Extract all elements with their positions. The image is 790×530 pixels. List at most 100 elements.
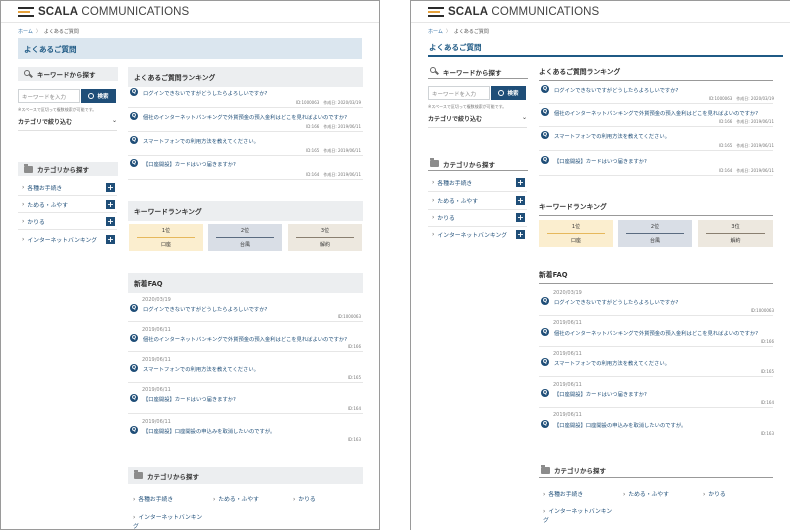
category-item-savings[interactable]: › ためる・ふやす bbox=[22, 200, 68, 209]
ranking-question-link[interactable]: ログインできないですがどうしたらよろしいですか? bbox=[554, 86, 678, 94]
keyword-rank-2[interactable]: 2位 台風 bbox=[208, 224, 282, 251]
ranking-question-link[interactable]: 【口座開設】カードはいつ届きますか? bbox=[554, 157, 647, 165]
keyword-search-input[interactable]: キーワードを入力 bbox=[428, 86, 490, 100]
keyword-rank-1[interactable]: 1位 口座 bbox=[129, 224, 203, 251]
chevron-down-icon: ⌄ bbox=[111, 117, 117, 124]
faq-id: ID:163 bbox=[760, 431, 774, 436]
ranking-question-meta: ID:165 作成日: 2019/06/11 bbox=[719, 143, 774, 148]
faq-date: 2019/06/11 bbox=[142, 387, 171, 393]
new-faq-link[interactable]: スマートフォンでの利用方法を教えてください。 bbox=[143, 365, 259, 373]
faq-date: 2019/06/11 bbox=[142, 419, 171, 425]
category-filter-dropdown[interactable]: カテゴリで絞り込む ⌄ bbox=[18, 117, 117, 131]
question-icon: Q bbox=[130, 304, 138, 312]
ranking-question-link[interactable]: スマートフォンでの利用方法を教えてください。 bbox=[143, 137, 259, 145]
category-item-procedures[interactable]: › 各種お手続き bbox=[432, 178, 472, 187]
new-faq-link[interactable]: 【口座開設】口座開設の申込みを取消したいのですが。 bbox=[554, 421, 686, 429]
breadcrumb-current: よくあるご質問 bbox=[43, 29, 79, 35]
bottom-category-savings[interactable]: › ためる・ふやす bbox=[213, 494, 259, 503]
expand-plus-icon[interactable]: + bbox=[516, 213, 525, 222]
keyword-rank-2[interactable]: 2位 台風 bbox=[618, 220, 692, 247]
new-faq-link[interactable]: 【口座開設】口座開設の申込みを取消したいのですが。 bbox=[143, 427, 275, 435]
keyword-ranking-title: キーワードランキング bbox=[539, 201, 773, 216]
arrow-icon: › bbox=[22, 184, 25, 191]
search-button[interactable]: 検索 bbox=[491, 86, 526, 100]
keyword-rank-3[interactable]: 3位 解約 bbox=[698, 220, 773, 247]
question-icon: Q bbox=[541, 420, 549, 428]
expand-plus-icon[interactable]: + bbox=[106, 200, 115, 209]
new-faq-link[interactable]: ログインできないですがどうしたらよろしいですか? bbox=[554, 298, 678, 306]
faq-date: 2019/06/11 bbox=[553, 382, 582, 388]
keyword-rank-1[interactable]: 1位 口座 bbox=[539, 220, 613, 247]
site-logo[interactable]: SCALA COMMUNICATIONS bbox=[428, 6, 599, 18]
bottom-category-loans[interactable]: › かりる bbox=[293, 494, 316, 503]
ranking-question-link[interactable]: 個社のインターネットバンキングで外貨預金の預入金利はどこを見ればよいのですか? bbox=[554, 109, 758, 117]
question-icon: Q bbox=[130, 112, 138, 120]
site-logo[interactable]: SCALA COMMUNICATIONS bbox=[18, 6, 189, 18]
search-note: ※スペースで区切って複数検索が可能です。 bbox=[428, 104, 507, 109]
category-filter-dropdown[interactable]: カテゴリで絞り込む ⌄ bbox=[428, 114, 527, 128]
arrow-icon: › bbox=[703, 492, 706, 498]
faq-id: ID:164 bbox=[347, 406, 361, 411]
ranking-question-link[interactable]: スマートフォンでの利用方法を教えてください。 bbox=[554, 132, 670, 140]
folder-icon bbox=[430, 158, 439, 167]
expand-plus-icon[interactable]: + bbox=[106, 235, 115, 244]
question-icon: Q bbox=[130, 159, 138, 167]
faq-id: ID:1000063 bbox=[750, 308, 774, 313]
question-icon: Q bbox=[130, 136, 138, 144]
category-item-savings[interactable]: › ためる・ふやす bbox=[432, 196, 478, 205]
bottom-category-procedures[interactable]: › 各種お手続き bbox=[543, 489, 583, 498]
new-faq-link[interactable]: 個社のインターネットバンキングで外貨預金の預入金利はどこを見ればよいのですか? bbox=[143, 335, 347, 343]
ranking-question-meta: ID:164 作成日: 2019/06/11 bbox=[306, 172, 361, 177]
new-faq-link[interactable]: 個社のインターネットバンキングで外貨預金の預入金利はどこを見ればよいのですか? bbox=[554, 329, 758, 337]
new-faq-link[interactable]: 【口座開設】カードはいつ届きますか? bbox=[143, 395, 236, 403]
faq-page-variant-a: SCALA COMMUNICATIONS ホーム〉よくあるご質問 よくあるご質問… bbox=[0, 0, 380, 530]
chevron-down-icon: ⌄ bbox=[521, 114, 527, 121]
breadcrumb-home-link[interactable]: ホーム bbox=[18, 29, 33, 35]
question-icon: Q bbox=[130, 394, 138, 402]
expand-plus-icon[interactable]: + bbox=[516, 196, 525, 205]
expand-plus-icon[interactable]: + bbox=[516, 178, 525, 187]
ranking-question-link[interactable]: ログインできないですがどうしたらよろしいですか? bbox=[143, 89, 267, 97]
keyword-search-input[interactable]: キーワードを入力 bbox=[18, 89, 80, 103]
arrow-icon: › bbox=[432, 231, 435, 238]
new-faq-title: 新着FAQ bbox=[128, 273, 363, 293]
faq-date: 2019/06/11 bbox=[553, 351, 582, 357]
question-icon: Q bbox=[541, 328, 549, 336]
question-icon: Q bbox=[541, 389, 549, 397]
bottom-category-procedures[interactable]: › 各種お手続き bbox=[133, 494, 173, 503]
folder-icon bbox=[134, 470, 143, 479]
category-item-loans[interactable]: › かりる bbox=[432, 213, 455, 222]
category-item-internet-banking[interactable]: › インターネットバンキング bbox=[432, 230, 507, 239]
category-item-loans[interactable]: › かりる bbox=[22, 217, 45, 226]
arrow-icon: › bbox=[213, 497, 216, 503]
breadcrumb-home-link[interactable]: ホーム bbox=[428, 29, 443, 35]
bottom-category-internet-banking[interactable]: › インターネットバンキング bbox=[543, 506, 613, 524]
expand-plus-icon[interactable]: + bbox=[106, 217, 115, 226]
question-icon: Q bbox=[541, 85, 549, 93]
ranking-question-meta: ID:166 作成日: 2019/06/11 bbox=[306, 124, 361, 129]
ranking-question-meta: ID:1000063 作成日: 2020/03/19 bbox=[708, 96, 774, 101]
new-faq-link[interactable]: スマートフォンでの利用方法を教えてください。 bbox=[554, 359, 670, 367]
bottom-category-title: カテゴリから探す bbox=[539, 463, 773, 478]
category-item-procedures[interactable]: › 各種お手続き bbox=[22, 183, 62, 192]
new-faq-link[interactable]: 【口座開設】カードはいつ届きますか? bbox=[554, 390, 647, 398]
search-note: ※スペースで区切って複数検索が可能です。 bbox=[18, 107, 97, 112]
ranking-question-meta: ID:166 作成日: 2019/06/11 bbox=[719, 119, 774, 124]
folder-icon bbox=[541, 464, 550, 474]
category-item-internet-banking[interactable]: › インターネットバンキング bbox=[22, 235, 97, 244]
arrow-icon: › bbox=[22, 236, 25, 243]
bottom-category-loans[interactable]: › かりる bbox=[703, 489, 726, 498]
keyword-search-title: キーワードから探す bbox=[18, 67, 118, 81]
bottom-category-savings[interactable]: › ためる・ふやす bbox=[623, 489, 669, 498]
ranking-question-meta: ID:164 作成日: 2019/06/11 bbox=[719, 168, 774, 173]
faq-ranking-title: よくあるご質問ランキング bbox=[539, 66, 773, 81]
question-icon: Q bbox=[541, 297, 549, 305]
ranking-question-link[interactable]: 個社のインターネットバンキングで外貨預金の預入金利はどこを見ればよいのですか? bbox=[143, 113, 347, 121]
ranking-question-link[interactable]: 【口座開設】カードはいつ届きますか? bbox=[143, 160, 236, 168]
keyword-rank-3[interactable]: 3位 解約 bbox=[288, 224, 362, 251]
expand-plus-icon[interactable]: + bbox=[516, 230, 525, 239]
new-faq-link[interactable]: ログインできないですがどうしたらよろしいですか? bbox=[143, 305, 267, 313]
search-button[interactable]: 検索 bbox=[81, 89, 116, 103]
bottom-category-internet-banking[interactable]: › インターネットバンキング bbox=[133, 512, 203, 529]
expand-plus-icon[interactable]: + bbox=[106, 183, 115, 192]
